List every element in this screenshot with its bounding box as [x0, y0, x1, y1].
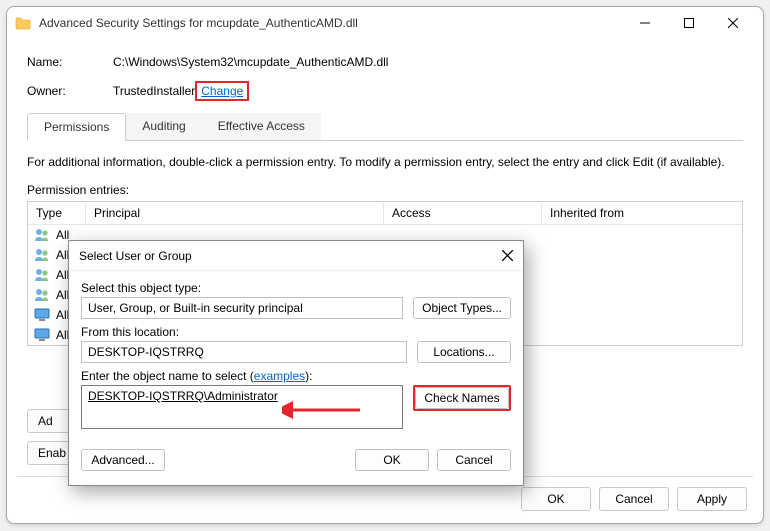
annotation-highlight: Check Names	[413, 385, 511, 411]
minimize-button[interactable]	[623, 8, 667, 38]
apply-button[interactable]: Apply	[677, 487, 747, 511]
name-value: C:\Windows\System32\mcupdate_AuthenticAM…	[113, 55, 388, 69]
cancel-button[interactable]: Cancel	[599, 487, 669, 511]
col-inherited[interactable]: Inherited from	[542, 202, 742, 224]
col-principal[interactable]: Principal	[86, 202, 384, 224]
annotation-highlight: Change	[195, 81, 249, 101]
table-header: Type Principal Access Inherited from	[28, 202, 742, 225]
object-name-input[interactable]: DESKTOP-IQSTRRQ\Administrator	[81, 385, 403, 429]
col-type[interactable]: Type	[28, 202, 86, 224]
examples-link[interactable]: examples	[254, 369, 305, 383]
ok-button[interactable]: OK	[521, 487, 591, 511]
users-icon	[34, 267, 50, 283]
computer-icon	[34, 327, 50, 343]
object-type-value: User, Group, or Built-in security princi…	[81, 297, 403, 319]
users-icon	[34, 247, 50, 263]
advanced-button[interactable]: Advanced...	[81, 449, 165, 471]
window-controls	[623, 8, 755, 38]
enter-object-name-label: Enter the object name to select (example…	[81, 369, 511, 383]
dialog-cancel-button[interactable]: Cancel	[437, 449, 511, 471]
owner-label: Owner:	[27, 84, 113, 98]
dialog-title: Select User or Group	[79, 249, 192, 263]
titlebar[interactable]: Advanced Security Settings for mcupdate_…	[7, 7, 763, 39]
users-icon	[34, 227, 50, 243]
select-user-or-group-dialog: Select User or Group Select this object …	[68, 240, 524, 486]
folder-icon	[15, 15, 31, 31]
tab-strip: Permissions Auditing Effective Access	[27, 113, 743, 141]
footer-buttons: OK Cancel Apply	[521, 487, 747, 511]
window-title: Advanced Security Settings for mcupdate_…	[39, 16, 623, 30]
permissions-description: For additional information, double-click…	[27, 155, 743, 169]
tab-auditing[interactable]: Auditing	[126, 113, 201, 140]
dialog-ok-button[interactable]: OK	[355, 449, 429, 471]
tab-permissions[interactable]: Permissions	[27, 113, 126, 141]
computer-icon	[34, 307, 50, 323]
check-names-button[interactable]: Check Names	[415, 387, 509, 409]
tab-effective-access[interactable]: Effective Access	[202, 113, 321, 140]
change-owner-link[interactable]: Change	[201, 84, 243, 98]
col-access[interactable]: Access	[384, 202, 542, 224]
object-types-button[interactable]: Object Types...	[413, 297, 511, 319]
close-button[interactable]	[711, 8, 755, 38]
location-label: From this location:	[81, 325, 511, 339]
object-type-label: Select this object type:	[81, 281, 511, 295]
location-value: DESKTOP-IQSTRRQ	[81, 341, 407, 363]
owner-value: TrustedInstaller	[113, 84, 195, 98]
dialog-titlebar[interactable]: Select User or Group	[69, 241, 523, 271]
dialog-close-button[interactable]	[502, 248, 513, 264]
name-label: Name:	[27, 55, 113, 69]
users-icon	[34, 287, 50, 303]
locations-button[interactable]: Locations...	[417, 341, 511, 363]
permission-entries-label: Permission entries:	[27, 183, 743, 197]
maximize-button[interactable]	[667, 8, 711, 38]
